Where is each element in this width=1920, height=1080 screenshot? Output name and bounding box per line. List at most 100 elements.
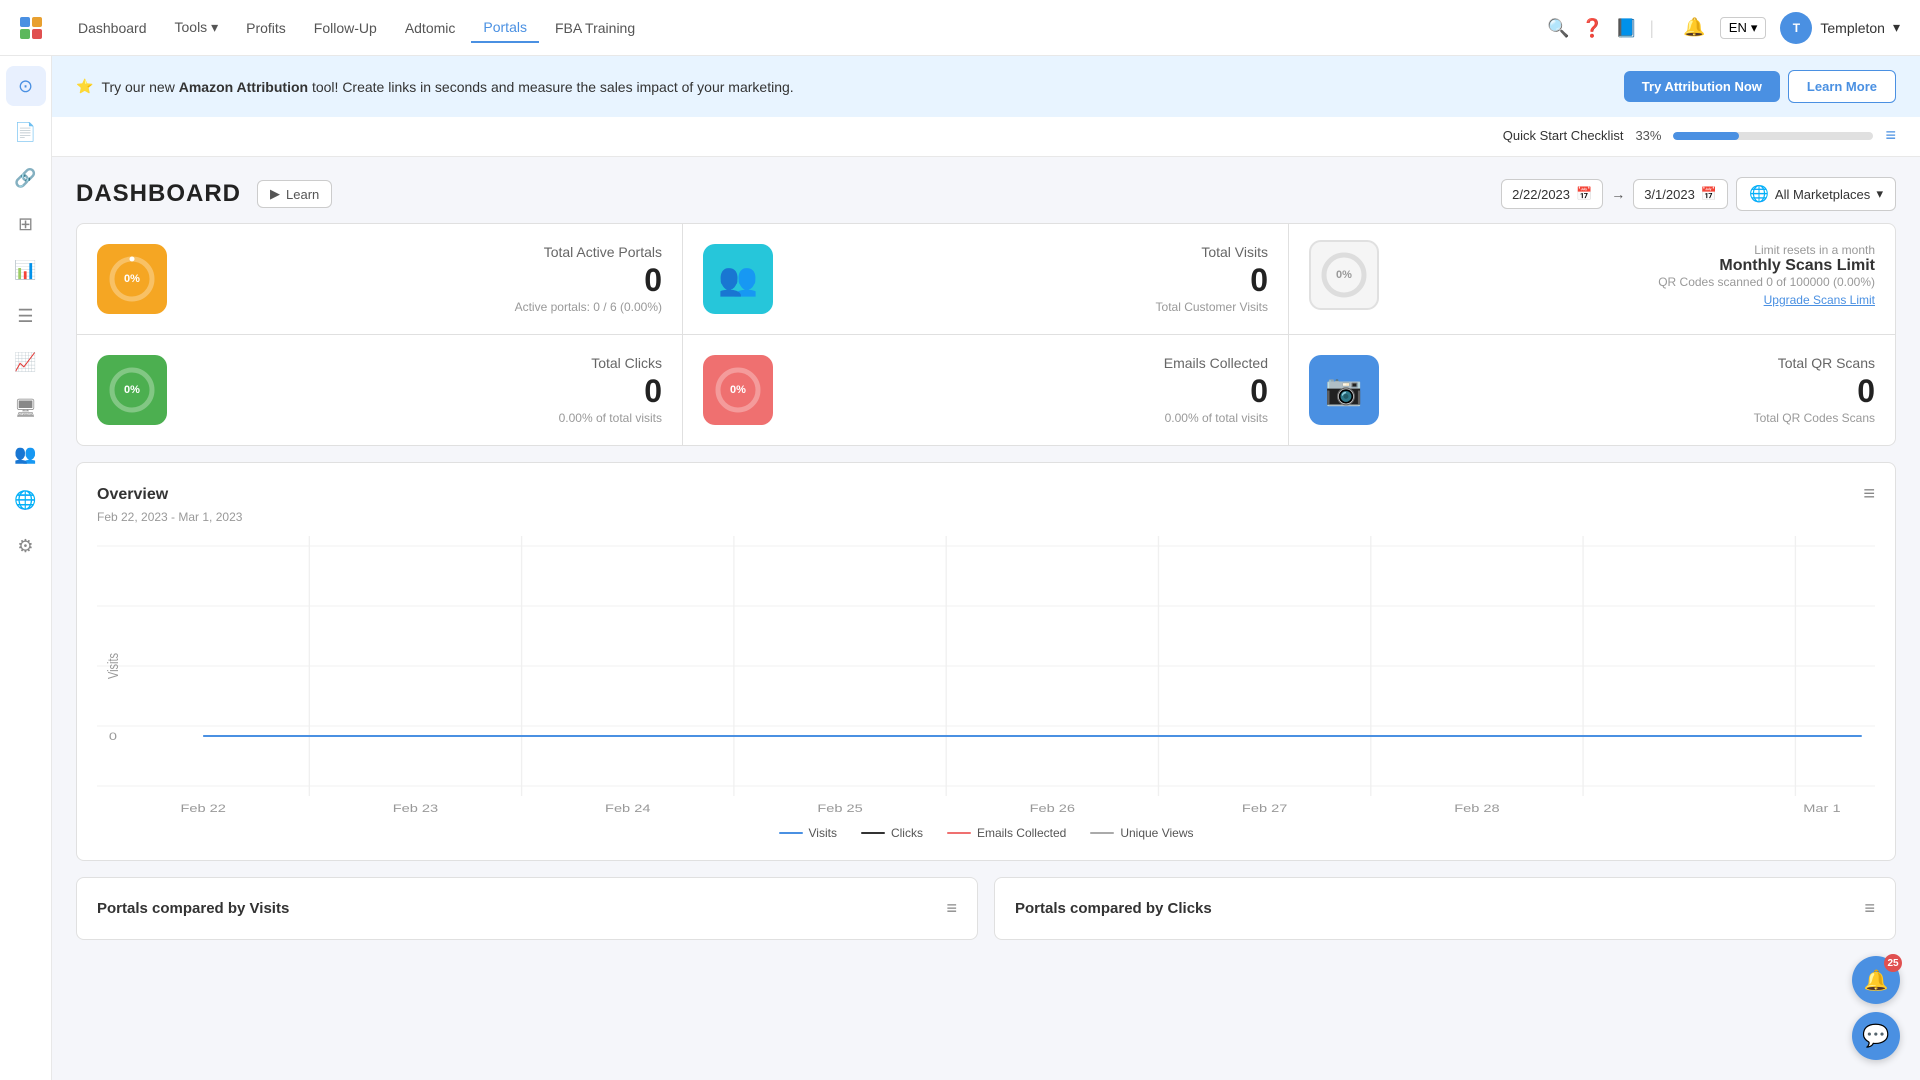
- sidebar-item-home[interactable]: ⊙: [6, 66, 46, 106]
- total-clicks-sub: 0.00% of total visits: [183, 411, 662, 425]
- try-attribution-button[interactable]: Try Attribution Now: [1624, 71, 1780, 102]
- nav-portals[interactable]: Portals: [471, 13, 539, 43]
- svg-text:Visits: Visits: [105, 653, 122, 679]
- user-menu[interactable]: T Templeton ▾: [1780, 12, 1900, 44]
- legend-emails: Emails Collected: [947, 826, 1066, 840]
- overview-chart-section: Overview ≡ Feb 22, 2023 - Mar 1, 2023: [76, 462, 1896, 861]
- total-visits-sub: Total Customer Visits: [789, 300, 1268, 314]
- sidebar-item-links[interactable]: 🔗: [6, 158, 46, 198]
- upgrade-scans-link[interactable]: Upgrade Scans Limit: [1395, 293, 1875, 307]
- separator: |: [1649, 18, 1669, 38]
- sidebar-item-grid[interactable]: ⊞: [6, 204, 46, 244]
- chart-svg: 0 Feb 22 Feb 23 Feb 24 Feb 25 Feb 26 Feb…: [97, 536, 1875, 816]
- floating-notification-button[interactable]: 🔔 25: [1852, 956, 1900, 1004]
- svg-text:0: 0: [109, 730, 117, 743]
- date-from-value: 2/22/2023: [1512, 187, 1570, 202]
- learn-button[interactable]: ▶ Learn: [257, 180, 332, 208]
- nav-dashboard[interactable]: Dashboard: [66, 14, 159, 42]
- sidebar: ⊙ 📄 🔗 ⊞ 📊 ☰ 📈 🖥 👥 🌐 ⚙: [0, 56, 52, 1080]
- nav-adtomic[interactable]: Adtomic: [393, 14, 468, 42]
- qr-scans-info: Total QR Scans 0 Total QR Codes Scans: [1395, 355, 1875, 425]
- main-content: ⭐ Try our new Amazon Attribution tool! C…: [52, 56, 1920, 1080]
- marketplace-selector[interactable]: 🌐 All Marketplaces ▾: [1736, 177, 1896, 211]
- active-portals-title: Total Active Portals: [183, 244, 662, 260]
- date-to-input[interactable]: 3/1/2023 📅: [1633, 179, 1728, 209]
- qr-scans-sub: Total QR Codes Scans: [1395, 411, 1875, 425]
- chart-title: Overview: [97, 486, 168, 504]
- stat-emails-collected: 0% Emails Collected 0 0.00% of total vis…: [683, 335, 1289, 445]
- nav-profits[interactable]: Profits: [234, 14, 298, 42]
- total-clicks-title: Total Clicks: [183, 355, 662, 371]
- progress-fill: [1673, 132, 1739, 140]
- nav-tools[interactable]: Tools ▾: [163, 13, 231, 42]
- sidebar-item-chart[interactable]: 📈: [6, 342, 46, 382]
- help-icon[interactable]: ❓: [1581, 18, 1601, 38]
- chat-button[interactable]: 💬: [1852, 1012, 1900, 1060]
- scans-limit-sub: QR Codes scanned 0 of 100000 (0.00%): [1395, 275, 1875, 289]
- scans-limit-reset-text: Limit resets in a month: [1395, 243, 1875, 257]
- search-icon[interactable]: 🔍: [1547, 18, 1567, 38]
- total-clicks-value: 0: [183, 375, 662, 407]
- nav-fba-training[interactable]: FBA Training: [543, 14, 647, 42]
- notification-wrapper: 🔔: [1683, 17, 1705, 38]
- qr-scans-title: Total QR Scans: [1395, 355, 1875, 371]
- svg-text:Feb 27: Feb 27: [1242, 802, 1287, 815]
- sidebar-item-pages[interactable]: 📄: [6, 112, 46, 152]
- active-portals-donut: 0%: [107, 254, 157, 304]
- chart-legend: Visits Clicks Emails Collected Unique Vi…: [97, 826, 1875, 840]
- username-label: Templeton: [1820, 20, 1885, 36]
- portals-clicks-menu-icon[interactable]: ≡: [1864, 898, 1875, 919]
- page-title: DASHBOARD: [76, 180, 241, 208]
- date-from-input[interactable]: 2/22/2023 📅: [1501, 179, 1603, 209]
- active-portals-icon: 0%: [97, 244, 167, 314]
- legend-emails-label: Emails Collected: [977, 826, 1066, 840]
- portals-visits-header: Portals compared by Visits ≡: [97, 898, 957, 919]
- facebook-icon[interactable]: 📘: [1615, 18, 1635, 38]
- total-visits-icon: 👥: [703, 244, 773, 314]
- date-to-value: 3/1/2023: [1644, 187, 1695, 202]
- marketplace-chevron-icon: ▾: [1876, 186, 1883, 202]
- learn-more-button[interactable]: Learn More: [1788, 70, 1896, 103]
- sidebar-item-dashboard[interactable]: 🖥: [6, 388, 46, 428]
- portals-clicks-header: Portals compared by Clicks ≡: [1015, 898, 1875, 919]
- checklist-icon[interactable]: ≡: [1885, 125, 1896, 146]
- app-logo[interactable]: [20, 17, 42, 39]
- total-clicks-icon: 0%: [97, 355, 167, 425]
- total-visits-value: 0: [789, 264, 1268, 296]
- banner-star-icon: ⭐: [76, 78, 93, 95]
- stat-active-portals: 0% Total Active Portals 0 Active portals…: [77, 224, 683, 335]
- nav-followup[interactable]: Follow-Up: [302, 14, 389, 42]
- stat-monthly-scans: 0% Limit resets in a month Monthly Scans…: [1289, 224, 1895, 335]
- portals-visits-title: Portals compared by Visits: [97, 900, 289, 917]
- learn-label: Learn: [286, 187, 319, 202]
- legend-visits: Visits: [779, 826, 837, 840]
- sidebar-item-globe[interactable]: 🌐: [6, 480, 46, 520]
- qr-scans-value: 0: [1395, 375, 1875, 407]
- nav-right-controls: 🔍 ❓ 📘 | 🔔 EN ▾ T Templeton ▾: [1547, 12, 1900, 44]
- total-clicks-pct: 0%: [124, 384, 140, 396]
- notification-bell-icon[interactable]: 🔔: [1683, 17, 1705, 37]
- portals-clicks-title: Portals compared by Clicks: [1015, 900, 1212, 917]
- sidebar-item-table[interactable]: 📊: [6, 250, 46, 290]
- emails-collected-donut: 0%: [713, 365, 763, 415]
- chart-menu-icon[interactable]: ≡: [1863, 483, 1875, 506]
- scans-limit-heading: Monthly Scans Limit: [1395, 257, 1875, 275]
- legend-unique-views-label: Unique Views: [1120, 826, 1193, 840]
- legend-visits-label: Visits: [809, 826, 837, 840]
- stats-grid: 0% Total Active Portals 0 Active portals…: [76, 223, 1896, 446]
- language-selector[interactable]: EN ▾: [1720, 17, 1767, 39]
- active-portals-value: 0: [183, 264, 662, 296]
- sidebar-item-settings[interactable]: ⚙: [6, 526, 46, 566]
- chart-header: Overview ≡: [97, 483, 1875, 506]
- sidebar-item-users[interactable]: 👥: [6, 434, 46, 474]
- visits-line-legend: [779, 832, 803, 834]
- portals-visits-menu-icon[interactable]: ≡: [946, 898, 957, 919]
- emails-collected-info: Emails Collected 0 0.00% of total visits: [789, 355, 1268, 425]
- emails-collected-sub: 0.00% of total visits: [789, 411, 1268, 425]
- stat-total-clicks: 0% Total Clicks 0 0.00% of total visits: [77, 335, 683, 445]
- bottom-cards-grid: Portals compared by Visits ≡ Portals com…: [76, 877, 1896, 940]
- sidebar-item-list[interactable]: ☰: [6, 296, 46, 336]
- date-range-picker: 2/22/2023 📅 → 3/1/2023 📅 🌐 All Marketpla…: [1501, 177, 1896, 211]
- calendar-icon: 📅: [1576, 186, 1592, 202]
- qr-scans-icon: 📷: [1309, 355, 1379, 425]
